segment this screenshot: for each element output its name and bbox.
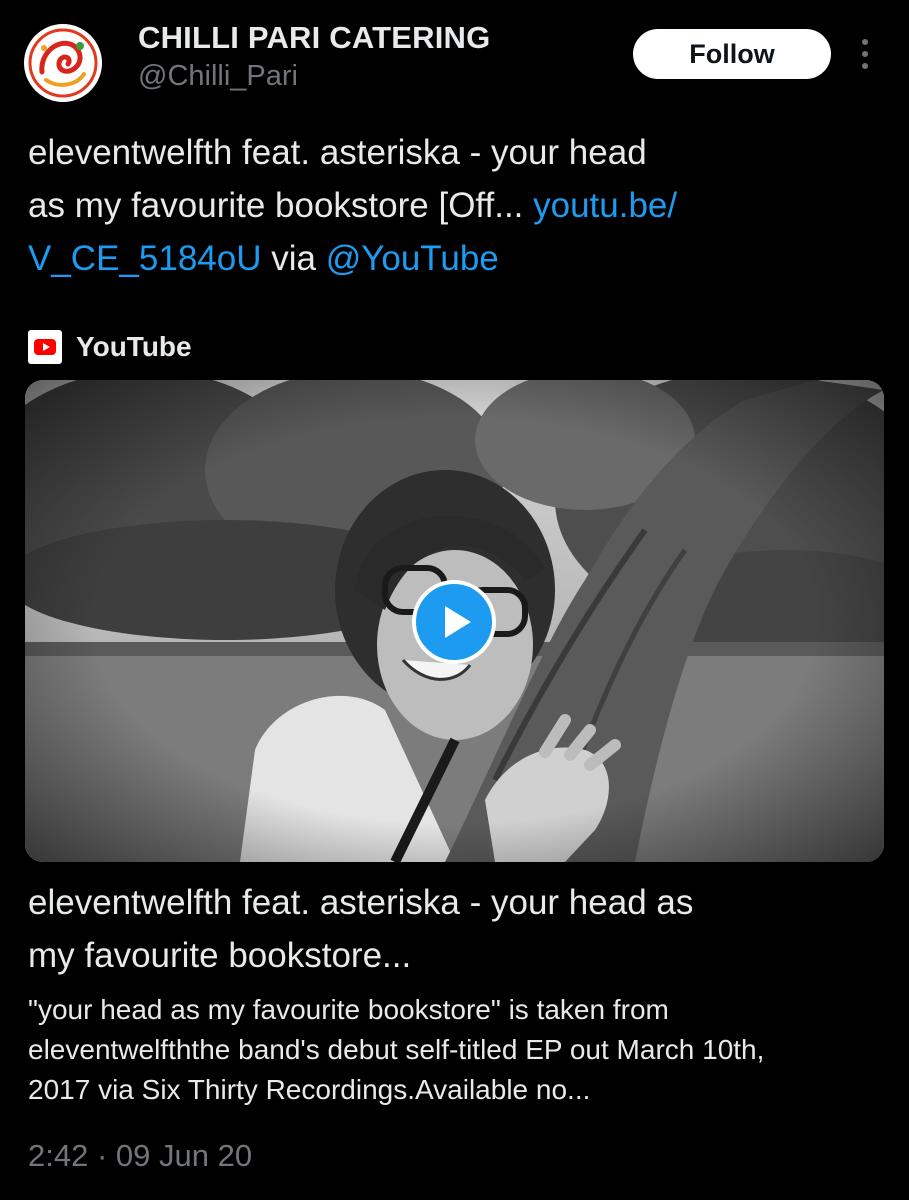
card-description[interactable]: "your head as my favourite bookstore" is…	[28, 990, 888, 1110]
via-text: via	[261, 239, 326, 278]
card-title-line1: eleventwelfth feat. asteriska - your hea…	[28, 883, 694, 922]
user-handle[interactable]: @Chilli_Pari	[138, 60, 298, 93]
youtube-icon	[28, 330, 62, 364]
play-button[interactable]	[412, 580, 496, 664]
dot	[862, 63, 868, 69]
follow-button[interactable]: Follow	[633, 29, 831, 79]
card-desc-line2: eleventwelfththe band's debut self-title…	[28, 1034, 765, 1065]
card-title[interactable]: eleventwelfth feat. asteriska - your hea…	[28, 876, 878, 982]
card-source-name: YouTube	[76, 331, 192, 362]
youtube-mention[interactable]: @YouTube	[326, 239, 499, 278]
avatar[interactable]	[24, 24, 102, 102]
card-desc-line3: 2017 via Six Thirty Recordings.Available…	[28, 1074, 591, 1105]
tweet-header: CHILLI PARI CATERING @Chilli_Pari Follow	[0, 0, 909, 110]
dot	[862, 39, 868, 45]
dot	[862, 51, 868, 57]
card-desc-line1: "your head as my favourite bookstore" is…	[28, 994, 669, 1025]
tweet-text: eleventwelfth feat. asteriska - your hea…	[28, 126, 878, 285]
card-title-line2: my favourite bookstore...	[28, 936, 412, 975]
display-name[interactable]: CHILLI PARI CATERING	[138, 20, 490, 56]
tweet-text-line1: eleventwelfth feat. asteriska - your hea…	[28, 133, 647, 172]
more-options-icon[interactable]	[850, 34, 880, 74]
video-link-part2: V_CE_5184oU	[28, 239, 262, 278]
video-link-part1: youtu.be/	[533, 186, 678, 225]
chilli-logo-icon	[26, 26, 100, 100]
tweet-text-line2: as my favourite bookstore [Off...	[28, 186, 534, 225]
card-source[interactable]: YouTube	[28, 325, 192, 369]
tweet-timestamp[interactable]: 2:42 · 09 Jun 20	[28, 1138, 252, 1174]
